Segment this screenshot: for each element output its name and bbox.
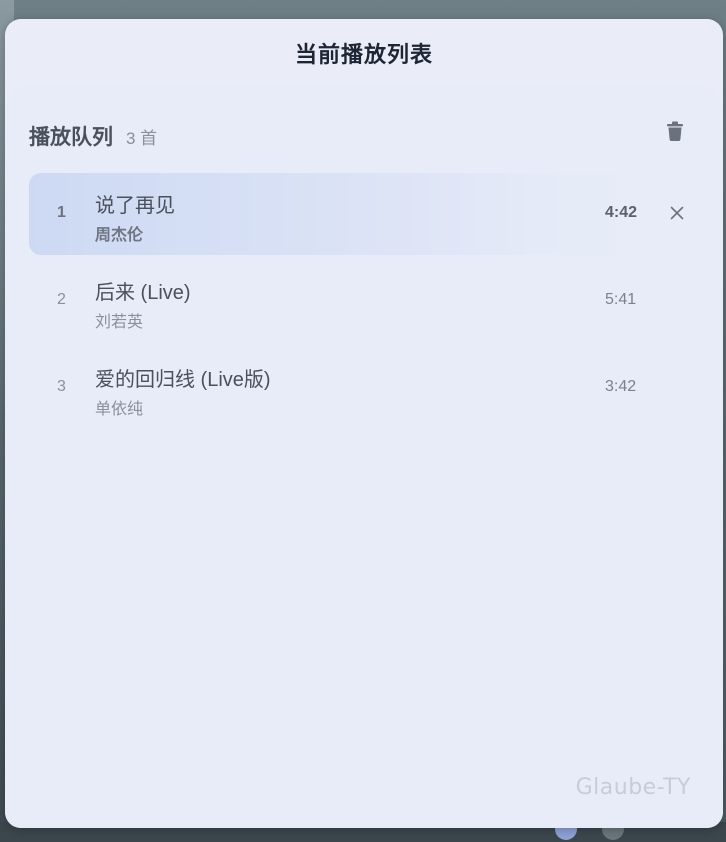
queue-title: 播放队列 <box>29 126 113 149</box>
queue-header: 播放队列 3 首 <box>29 121 157 151</box>
track-row-1[interactable]: 1 说了再见 周杰伦 4:42 <box>29 173 697 255</box>
panel-title: 当前播放列表 <box>294 42 433 67</box>
track-index: 3 <box>57 378 66 395</box>
track-name: 说了再见 <box>95 195 175 217</box>
track-duration: 4:42 <box>605 204 638 221</box>
track-duration: 5:41 <box>605 291 637 308</box>
track-list: 1 说了再见 周杰伦 4:42 2 后来 (Live) 刘若英 5:41 3 爱… <box>29 173 697 434</box>
track-name: 后来 (Live) <box>95 282 191 304</box>
queue-count: 3 首 <box>126 129 158 148</box>
remove-track-button[interactable] <box>667 203 687 223</box>
track-row-2[interactable]: 2 后来 (Live) 刘若英 5:41 <box>29 260 697 342</box>
track-row-3[interactable]: 3 爱的回归线 (Live版) 单依纯 3:42 <box>29 347 697 429</box>
clear-queue-button[interactable] <box>663 119 687 143</box>
playlist-panel: 当前播放列表 播放队列 3 首 1 说了再见 周杰伦 4:42 2 后来 (Li… <box>5 19 723 828</box>
track-artist: 单依纯 <box>95 401 144 418</box>
track-artist: 刘若英 <box>95 314 144 331</box>
track-index: 1 <box>57 204 66 221</box>
watermark: Glaube-TY <box>575 775 691 800</box>
track-name: 爱的回归线 (Live版) <box>95 369 271 391</box>
track-index: 2 <box>57 291 66 308</box>
close-icon <box>670 206 684 220</box>
trash-icon <box>667 121 683 141</box>
track-duration: 3:42 <box>605 378 637 395</box>
track-artist: 周杰伦 <box>95 227 144 244</box>
